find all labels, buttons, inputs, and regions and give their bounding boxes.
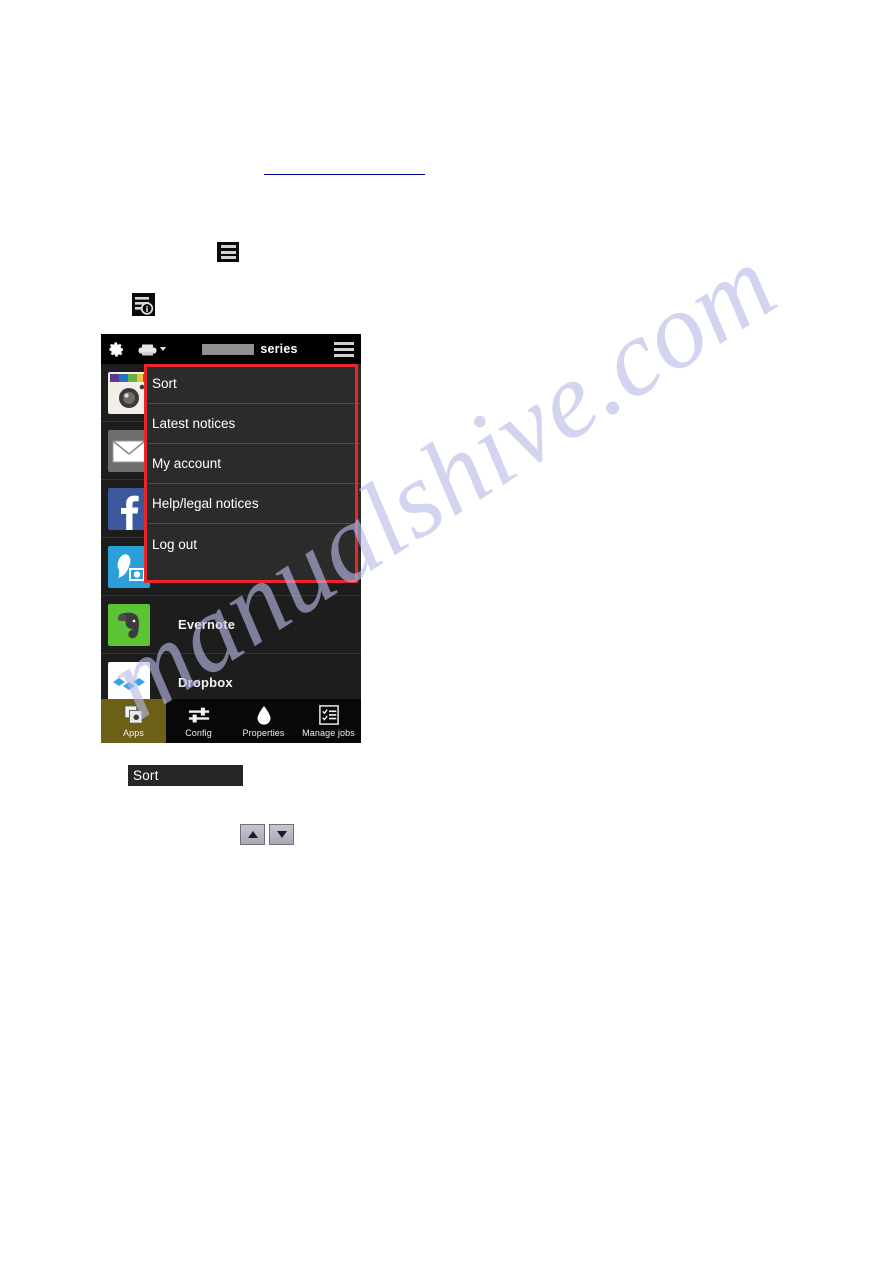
redacted-model-name	[202, 343, 255, 355]
device-header: series	[101, 334, 361, 364]
sort-callout-label: Sort	[128, 765, 243, 786]
tab-config[interactable]: Config	[166, 699, 231, 743]
hamburger-bar	[220, 245, 236, 248]
inline-link-rule[interactable]	[264, 174, 425, 175]
menu-item-label: Help/legal notices	[152, 496, 259, 511]
triangle-up-icon	[247, 831, 258, 838]
menu-item-log-out[interactable]: Log out	[144, 524, 361, 564]
tab-label: Manage jobs	[302, 727, 355, 738]
latest-notices-icon	[132, 293, 155, 316]
overflow-menu-panel: Sort Latest notices My account Help/lega…	[144, 364, 361, 580]
chevron-down-icon	[160, 347, 166, 351]
menu-item-label: Latest notices	[152, 416, 236, 431]
menu-item-help-legal-notices[interactable]: Help/legal notices	[144, 484, 361, 524]
menu-item-label: My account	[152, 456, 222, 471]
tab-apps[interactable]: Apps	[101, 699, 166, 743]
scroll-up-button[interactable]	[240, 824, 265, 845]
device-hamburger-menu-button[interactable]	[334, 340, 354, 358]
device-tab-bar: Apps Config Properties Manage jobs	[101, 699, 361, 743]
menu-item-label: Log out	[152, 536, 198, 552]
list-item[interactable]: Evernote	[101, 596, 361, 654]
ink-drop-icon	[256, 705, 272, 726]
hamburger-bar	[334, 341, 354, 345]
hamburger-menu-icon	[217, 242, 239, 262]
menu-item-sort[interactable]: Sort	[144, 364, 361, 404]
list-item-label: Dropbox	[178, 675, 233, 690]
tab-label: Properties	[242, 727, 285, 738]
hamburger-bar	[220, 256, 236, 259]
device-title: series	[170, 342, 330, 356]
menu-item-my-account[interactable]: My account	[144, 444, 361, 484]
series-label: series	[260, 342, 298, 356]
printer-selector[interactable]	[138, 343, 166, 356]
hamburger-bar	[334, 353, 354, 357]
scroll-stepper-group	[240, 824, 294, 845]
apps-icon	[123, 705, 144, 726]
tab-label: Apps	[123, 727, 144, 738]
triangle-down-icon	[276, 831, 287, 838]
device-screenshot: series Evernote Dropbox Sort Latest noti…	[101, 334, 361, 743]
menu-item-latest-notices[interactable]: Latest notices	[144, 404, 361, 444]
checklist-icon	[318, 705, 339, 726]
evernote-elephant-icon	[108, 603, 150, 646]
device-body: Photos in Tweets Evernote	[101, 364, 361, 743]
hamburger-bar	[334, 347, 354, 351]
list-item-label: Evernote	[178, 617, 236, 632]
dropbox-icon	[108, 661, 150, 704]
tab-label: Config	[185, 727, 212, 738]
tab-properties[interactable]: Properties	[231, 699, 296, 743]
tab-manage-jobs[interactable]: Manage jobs	[296, 699, 361, 743]
menu-item-label: Sort	[152, 376, 177, 391]
scroll-down-button[interactable]	[269, 824, 294, 845]
sliders-icon	[188, 705, 210, 726]
sort-callout-text: Sort	[133, 768, 159, 783]
printer-icon	[138, 343, 157, 356]
settings-gear-icon[interactable]	[108, 341, 125, 358]
hamburger-bar	[220, 250, 236, 254]
